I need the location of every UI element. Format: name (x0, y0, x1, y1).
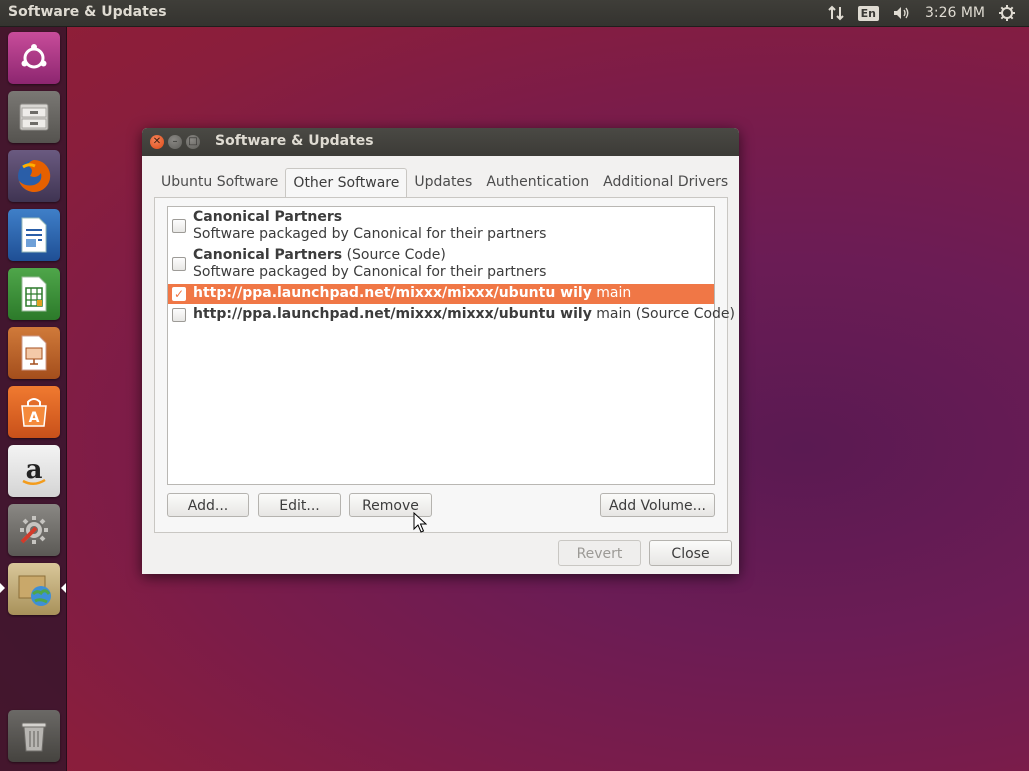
source-name: http://ppa.launchpad.net/mixxx/mixxx/ubu… (193, 306, 592, 322)
writer-icon[interactable] (8, 209, 60, 261)
edit-button[interactable]: Edit... (258, 493, 341, 517)
software-center-icon[interactable]: A (8, 386, 60, 438)
system-settings-icon[interactable] (8, 504, 60, 556)
list-item[interactable]: http://ppa.launchpad.net/mixxx/mixxx/ubu… (168, 305, 735, 325)
source-suffix: main (591, 285, 632, 301)
indicator-area: En 3:26 MM (827, 0, 1029, 26)
source-suffix: main (Source Code) (591, 306, 736, 322)
firefox-icon[interactable] (8, 150, 60, 202)
source-description: Software packaged by Canonical for their… (193, 264, 547, 280)
volume-icon[interactable] (893, 6, 911, 20)
window-minimize-icon[interactable]: – (168, 135, 182, 149)
other-software-panel: Canonical Partners Software packaged by … (154, 197, 735, 533)
close-button[interactable]: Close (649, 540, 732, 566)
source-checkbox[interactable] (172, 257, 186, 271)
software-updates-window: ✕ – □ Software & Updates Ubuntu Software… (142, 128, 739, 574)
keyboard-layout-label: En (857, 5, 879, 21)
ubuntu-logo-icon[interactable] (8, 32, 60, 84)
window-titlebar[interactable]: ✕ – □ Software & Updates (142, 128, 739, 156)
tab-ubuntu-software[interactable]: Ubuntu Software (154, 168, 285, 196)
top-panel: Software & Updates En 3:26 MM (0, 0, 1029, 27)
source-name: Canonical Partners (193, 209, 343, 225)
source-suffix: (Source Code) (342, 247, 446, 263)
tab-authentication[interactable]: Authentication (479, 168, 596, 196)
impress-icon[interactable] (8, 327, 60, 379)
source-name: Canonical Partners (193, 247, 343, 263)
window-close-icon[interactable]: ✕ (150, 135, 164, 149)
network-arrows-icon[interactable] (827, 5, 844, 21)
add-volume-button[interactable]: Add Volume... (600, 493, 715, 517)
source-checkbox[interactable] (172, 219, 186, 233)
clock[interactable]: 3:26 MM (925, 5, 985, 21)
list-item[interactable]: Canonical Partners Software packaged by … (168, 207, 714, 245)
list-item[interactable]: Canonical Partners (Source Code) Softwar… (168, 245, 714, 283)
software-updates-icon[interactable] (8, 563, 60, 615)
files-icon[interactable] (8, 91, 60, 143)
focused-indicator (61, 583, 66, 593)
add-button[interactable]: Add... (167, 493, 249, 517)
window-maximize-icon[interactable]: □ (186, 135, 200, 149)
window-title: Software & Updates (215, 133, 374, 149)
source-name: http://ppa.launchpad.net/mixxx/mixxx/ubu… (193, 285, 592, 301)
power-gear-icon[interactable] (999, 5, 1015, 21)
tab-updates[interactable]: Updates (407, 168, 479, 196)
keyboard-layout-indicator[interactable]: En (857, 5, 879, 21)
top-panel-app-title: Software & Updates (8, 4, 167, 20)
list-item-selected[interactable]: ✓ http://ppa.launchpad.net/mixxx/mixxx/u… (168, 284, 714, 304)
source-description: Software packaged by Canonical for their… (193, 226, 547, 242)
launcher: A a (0, 27, 67, 771)
amazon-icon[interactable]: a (8, 445, 60, 497)
checkmark-icon[interactable]: ✓ (172, 287, 186, 301)
tab-bar: Ubuntu Software Other Software Updates A… (154, 168, 735, 198)
trash-icon[interactable] (8, 710, 60, 762)
svg-text:a: a (26, 455, 43, 485)
mouse-cursor-icon (413, 512, 427, 533)
running-indicator (0, 583, 5, 593)
svg-text:A: A (29, 410, 40, 426)
revert-button[interactable]: Revert (558, 540, 641, 566)
calc-icon[interactable] (8, 268, 60, 320)
source-checkbox[interactable] (172, 308, 186, 322)
sources-list[interactable]: Canonical Partners Software packaged by … (167, 206, 735, 485)
tab-other-software[interactable]: Other Software (285, 168, 408, 198)
tab-additional-drivers[interactable]: Additional Drivers (596, 168, 735, 196)
